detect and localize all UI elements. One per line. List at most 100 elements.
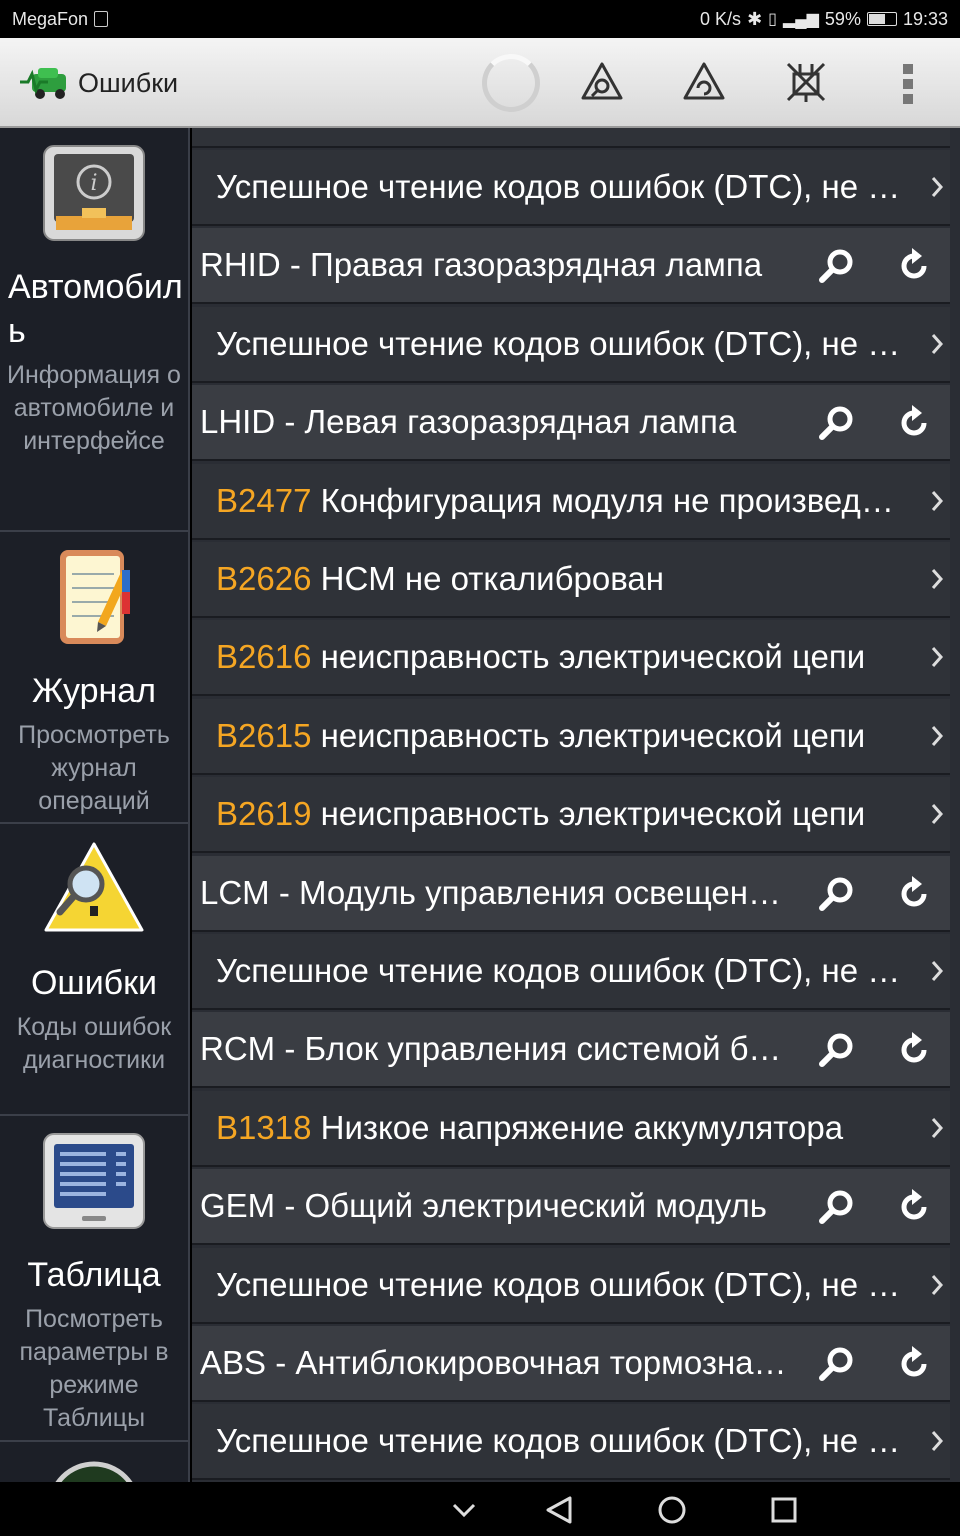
row-text: Низкое напряжение аккумулятора	[311, 1109, 844, 1146]
dtc-description: B2626 HCM не откалиброван	[192, 560, 904, 598]
module-search-button[interactable]	[816, 1030, 856, 1070]
row-text: неисправность электрической цепи	[311, 795, 866, 832]
search-icon	[819, 406, 853, 440]
connection-button[interactable]	[784, 60, 828, 104]
dtc-description: Успешное чтение кодов ошибок (DTC), не о…	[192, 952, 904, 990]
module-name: GEM - Общий электрический модуль	[192, 1187, 792, 1225]
row-text: GEM - Общий электрический модуль	[200, 1187, 767, 1224]
chevron-right-icon	[931, 804, 944, 824]
search-icon	[819, 877, 853, 911]
dtc-row[interactable]: B2619 неисправность электрической цепи	[192, 777, 950, 853]
row-text: Конфигурация модуля не произведена	[311, 482, 904, 519]
module-refresh-button[interactable]	[894, 874, 934, 914]
dtc-description: B2477 Конфигурация модуля не произведена	[192, 482, 904, 520]
page-title: Ошибки	[78, 68, 179, 98]
dtc-row[interactable]: Успешное чтение кодов ошибок (DTC), не о…	[192, 150, 950, 226]
refresh-icon	[901, 1032, 927, 1063]
refresh-icon	[901, 405, 927, 436]
sidebar-item-title: Ошибки	[30, 964, 158, 1002]
chevron-right-icon	[931, 1431, 944, 1451]
module-name: RCM - Блок управления системой безопасно…	[192, 1030, 792, 1068]
chevron-right-icon	[931, 334, 944, 354]
dtc-code: B2477	[216, 482, 312, 519]
sidebar-item-journal[interactable]: Журнал Просмотреть журнал операций	[0, 532, 188, 824]
sidebar-item-desc: Просмотреть журнал операций	[18, 721, 170, 815]
sidebar-item-desc: Коды ошибок диагностики	[16, 1013, 172, 1074]
overflow-dot	[903, 94, 913, 104]
sim-icon	[94, 11, 109, 27]
sidebar-item-table[interactable]: Таблица Посмотреть параметры в режиме Та…	[0, 1116, 188, 1442]
bluetooth-icon: ✱	[747, 8, 763, 29]
no-connection-icon	[786, 62, 826, 102]
module-row[interactable]: RCM - Блок управления системой безопасно…	[192, 1012, 950, 1088]
row-text: Успешное чтение кодов ошибок (DTC), не о…	[216, 952, 904, 989]
chevron-right-icon	[931, 1275, 944, 1295]
chevron-right-icon	[931, 491, 944, 511]
module-refresh-button[interactable]	[894, 1187, 934, 1227]
dtc-row[interactable]: Успешное чтение кодов ошибок (DTC), не о…	[192, 934, 950, 1010]
dtc-description: Успешное чтение кодов ошибок (DTC), не о…	[192, 168, 904, 206]
dtc-scan-icon	[581, 62, 623, 100]
module-search-button[interactable]	[816, 403, 856, 443]
module-refresh-button[interactable]	[894, 1030, 934, 1070]
module-row[interactable]: LCM - Модуль управления освещением	[192, 856, 950, 932]
refresh-icon	[901, 248, 927, 279]
row-text: Успешное чтение кодов ошибок (DTC), не о…	[216, 1422, 904, 1459]
warning-magnifier-icon	[44, 842, 144, 932]
car-info-icon: i	[43, 145, 145, 241]
overflow-menu-button[interactable]	[900, 62, 916, 106]
sidebar-item-car[interactable]: i Автомобиль Информация о автомобиле и и…	[0, 128, 188, 532]
dtc-description: B2616 неисправность электрической цепи	[192, 638, 904, 676]
dtc-list: Успешное чтение кодов ошибок (DTC), не о…	[192, 128, 960, 1482]
module-row[interactable]: ABS - Антиблокировочная тормозная систем…	[192, 1326, 950, 1402]
back-button[interactable]	[540, 1490, 580, 1530]
module-search-button[interactable]	[816, 874, 856, 914]
chevron-down-icon	[452, 1503, 476, 1518]
module-search-button[interactable]	[816, 1344, 856, 1384]
dtc-row[interactable]: Успешное чтение кодов ошибок (DTC), не о…	[192, 307, 950, 383]
dtc-row[interactable]: Успешное чтение кодов ошибок (DTC), не о…	[192, 1248, 950, 1324]
recents-icon	[771, 1497, 797, 1523]
dtc-row[interactable]: Успешное чтение кодов ошибок (DTC), не о…	[192, 1404, 950, 1480]
module-row[interactable]: GEM - Общий электрический модуль	[192, 1169, 950, 1245]
module-refresh-button[interactable]	[894, 403, 934, 443]
dtc-row[interactable]: B2616 неисправность электрической цепи	[192, 620, 950, 696]
sidebar-item-errors[interactable]: Ошибки Коды ошибок диагностики	[0, 824, 188, 1116]
dtc-clear-button[interactable]	[682, 60, 726, 104]
clock: 19:33	[902, 8, 948, 29]
module-search-button[interactable]	[816, 1187, 856, 1227]
dtc-row[interactable]: B2615 неисправность электрической цепи	[192, 699, 950, 775]
module-row[interactable]: RHID - Правая газоразрядная лампа	[192, 228, 950, 304]
overflow-dot	[903, 79, 913, 89]
dtc-code: B2626	[216, 560, 312, 597]
dtc-row[interactable]: B1318 Низкое напряжение аккумулятора	[192, 1091, 950, 1167]
dtc-row[interactable]: B2477 Конфигурация модуля не произведена	[192, 464, 950, 540]
chevron-right-icon	[931, 569, 944, 589]
chevron-right-icon	[931, 1118, 944, 1138]
sidebar-item-title: Автомобиль	[8, 268, 183, 350]
app-logo-icon	[20, 68, 66, 99]
dtc-description: Успешное чтение кодов ошибок (DTC), не о…	[192, 1422, 904, 1460]
dtc-code: B2615	[216, 717, 312, 754]
hide-nav-button[interactable]	[444, 1490, 484, 1530]
module-name: LHID - Левая газоразрядная лампа	[192, 403, 792, 441]
search-icon	[819, 1033, 853, 1067]
recents-button[interactable]	[764, 1490, 804, 1530]
row-text: LCM - Модуль управления освещением	[200, 874, 792, 911]
module-row[interactable]: LHID - Левая газоразрядная лампа	[192, 385, 950, 461]
dtc-row[interactable]: B2626 HCM не откалиброван	[192, 542, 950, 618]
sidebar-item-desc: Посмотреть параметры в режиме Таблицы	[19, 1305, 169, 1432]
sidebar-item-title: Таблица	[27, 1256, 161, 1294]
module-refresh-button[interactable]	[894, 246, 934, 286]
sidebar-item-gauge[interactable]	[0, 1442, 188, 1482]
refresh-icon	[901, 1346, 927, 1377]
module-refresh-button[interactable]	[894, 1344, 934, 1384]
status-bar: MegaFon 0 K/s ✱ ▯ ▂▄▆ 59% 19:33	[0, 0, 960, 38]
module-search-button[interactable]	[816, 246, 856, 286]
module-name: LCM - Модуль управления освещением	[192, 874, 792, 912]
dtc-scan-button[interactable]	[580, 60, 624, 104]
row-text: RCM - Блок управления системой безопасно…	[200, 1030, 792, 1067]
home-button[interactable]	[652, 1490, 692, 1530]
signal-icon: ▂▄▆	[782, 11, 819, 28]
search-icon	[819, 249, 853, 283]
